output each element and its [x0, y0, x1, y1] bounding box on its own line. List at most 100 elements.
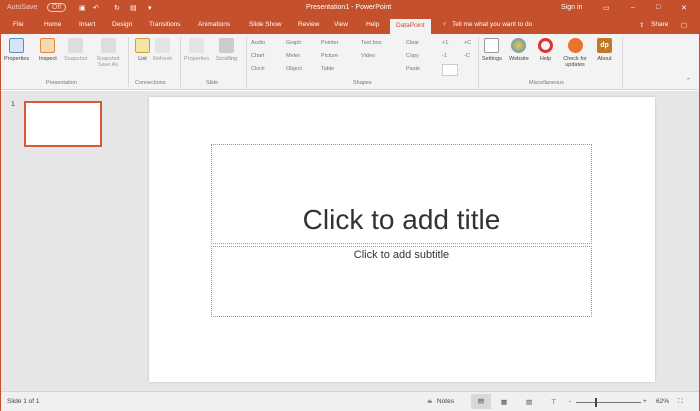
subtitle-placeholder[interactable]: Click to add subtitle [211, 246, 592, 317]
snapshot-icon [68, 38, 84, 53]
tab-transitions[interactable]: Transitions [149, 21, 181, 28]
undo-icon[interactable]: ↶ [93, 4, 99, 12]
tab-slide-show[interactable]: Slide Show [249, 21, 282, 28]
zoom-level[interactable]: 62% [656, 398, 669, 405]
label: List [138, 56, 147, 62]
copy-button[interactable]: Copy [406, 53, 419, 59]
tab-file[interactable]: File [13, 21, 23, 28]
tab-design[interactable]: Design [112, 21, 132, 28]
snapshot-save-as-button[interactable]: Snapshot Save As [93, 38, 123, 68]
scrolling-button[interactable]: Scrolling [216, 38, 237, 62]
normal-view-icon[interactable]: ▤ [471, 394, 491, 409]
value-input[interactable] [442, 64, 458, 76]
check-for-updates-button[interactable]: Check for updates [558, 38, 592, 68]
inspect-icon [40, 38, 56, 53]
picture-button[interactable]: Picture [321, 53, 338, 59]
ribbon: Properties Inspect Snapshot Snapshot Sav… [1, 34, 699, 90]
datapoint-logo-icon: dp [597, 38, 612, 53]
properties-icon [9, 38, 25, 53]
collapse-ribbon-icon[interactable]: ⌃ [686, 78, 691, 84]
snapshot-button[interactable]: Snapshot [64, 38, 87, 62]
slide-number: 1 [11, 101, 15, 108]
lightbulb-icon: ♀ [442, 21, 447, 28]
video-button[interactable]: Video [361, 53, 375, 59]
label: Website [509, 56, 529, 62]
properties-button[interactable]: Properties [4, 38, 29, 62]
slide-canvas: Click to add title Click to add subtitle [149, 97, 655, 382]
minus-one-button[interactable]: -1 [442, 53, 447, 59]
fit-to-window-icon[interactable]: ⛶ [678, 398, 683, 406]
minimize-button[interactable]: – [631, 4, 635, 11]
autosave-label: AutoSave [7, 4, 38, 11]
share-icon[interactable]: ⇪ [639, 21, 644, 29]
chart-button[interactable]: Chart [251, 53, 264, 59]
list-button[interactable]: List [135, 38, 150, 62]
reading-view-icon[interactable]: ▧ [526, 398, 532, 406]
share-button[interactable]: Share [651, 21, 668, 28]
autosave-toggle[interactable]: Off [47, 3, 67, 12]
tab-view[interactable]: View [334, 21, 348, 28]
customize-qat-icon[interactable]: ▾ [148, 4, 152, 12]
pointer-button[interactable]: Pointer [321, 40, 338, 46]
plus-one-button[interactable]: +1 [442, 40, 448, 46]
ribbon-display-icon[interactable]: ▭ [603, 4, 610, 12]
minus-c-button[interactable]: -C [464, 53, 470, 59]
comments-icon[interactable]: ▢ [681, 21, 687, 29]
refresh-button[interactable]: Refresh [153, 38, 172, 62]
divider [622, 37, 623, 87]
tab-animations[interactable]: Animations [198, 21, 230, 28]
slide-sorter-icon[interactable]: ▦ [501, 398, 507, 406]
tab-insert[interactable]: Insert [79, 21, 95, 28]
text-box-button[interactable]: Text box [361, 40, 381, 46]
notes-icon: ≘ [427, 399, 433, 406]
zoom-slider-thumb[interactable] [595, 398, 597, 407]
slide-properties-button[interactable]: Properties [184, 38, 209, 62]
table-button[interactable]: Table [321, 66, 334, 72]
settings-button[interactable]: Settings [482, 38, 502, 62]
tab-home[interactable]: Home [44, 21, 61, 28]
group-shapes-label: Shapes [353, 80, 372, 86]
object-button[interactable]: Object [286, 66, 302, 72]
label: About [597, 56, 612, 62]
slide-thumbnail-pane: 1 [1, 91, 116, 391]
zoom-slider[interactable] [576, 398, 641, 407]
zoom-in-button[interactable]: + [643, 398, 647, 405]
paste-button[interactable]: Paste [406, 66, 420, 72]
plus-c-button[interactable]: +C [464, 40, 471, 46]
notes-button[interactable]: Notes [437, 398, 454, 405]
save-icon[interactable]: ▣ [79, 4, 86, 12]
settings-icon [484, 38, 500, 53]
inspect-button[interactable]: Inspect [39, 38, 57, 62]
slide-count: Slide 1 of 1 [7, 398, 40, 405]
scrolling-icon [219, 38, 235, 53]
graph-button[interactable]: Graph [286, 40, 301, 46]
label: Snapshot Save As [96, 56, 120, 68]
clock-button[interactable]: Clock [251, 66, 265, 72]
maximize-button[interactable]: □ [656, 4, 660, 11]
label: Inspect [39, 56, 57, 62]
label: Refresh [153, 56, 173, 62]
meter-button[interactable]: Meter [286, 53, 300, 59]
audio-button[interactable]: Audio [251, 40, 265, 46]
group-connections-label: Connections [135, 80, 166, 86]
tab-review[interactable]: Review [298, 21, 319, 28]
clear-button[interactable]: Clear [406, 40, 419, 46]
slide-thumbnail[interactable] [24, 101, 102, 147]
sign-in-link[interactable]: Sign in [561, 4, 582, 11]
tell-me-search[interactable]: Tell me what you want to do [452, 21, 532, 28]
tab-help[interactable]: Help [366, 21, 379, 28]
redo-icon[interactable]: ↻ [114, 4, 120, 12]
present-icon[interactable]: ▤ [130, 4, 137, 12]
website-button[interactable]: Website [509, 38, 529, 62]
window-title: Presentation1 - PowerPoint [306, 4, 392, 11]
title-placeholder[interactable]: Click to add title [211, 144, 592, 244]
title-bar: AutoSave Off ▣ ↶ ↻ ▤ ▾ Presentation1 - P… [1, 1, 699, 16]
slide-editor: Click to add title Click to add subtitle [116, 91, 699, 391]
zoom-out-button[interactable]: - [569, 398, 571, 405]
help-button[interactable]: Help [538, 38, 553, 62]
close-button[interactable]: ✕ [681, 4, 687, 12]
group-presentation-label: Presentation [46, 80, 77, 86]
about-button[interactable]: dp About [597, 38, 612, 62]
slideshow-icon[interactable]: ⊤ [551, 398, 557, 406]
tab-datapoint[interactable]: DataPoint [390, 19, 431, 34]
